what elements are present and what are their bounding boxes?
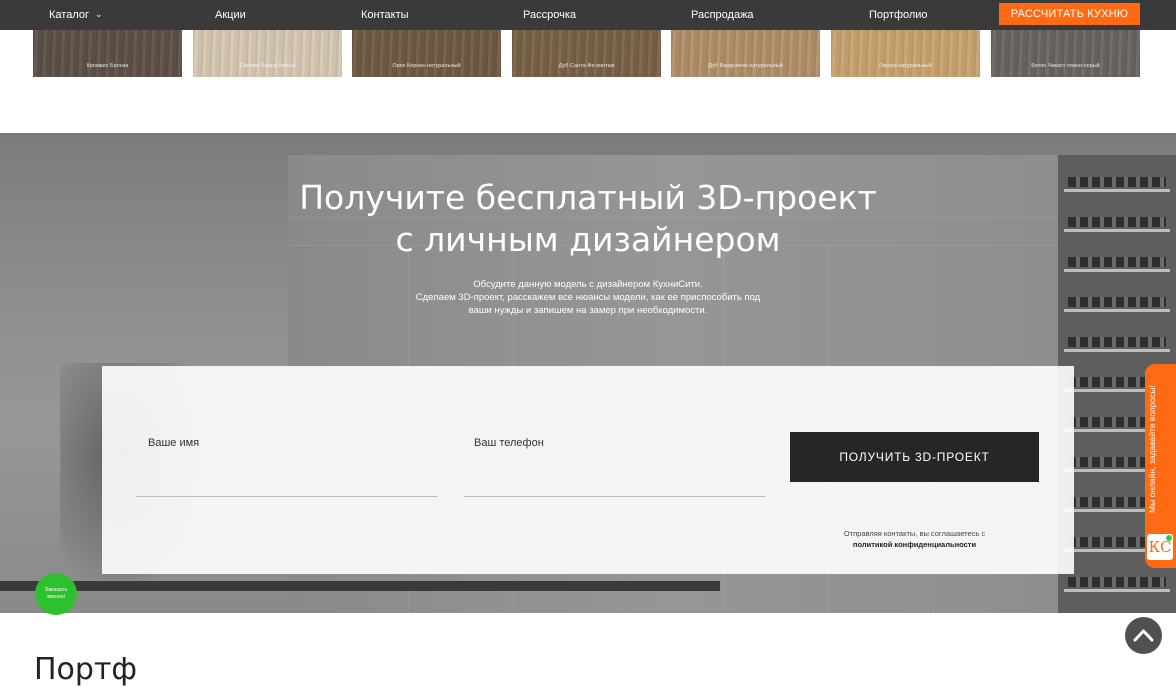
nav-item-contacts[interactable]: Контакты <box>361 0 409 30</box>
swatch-label: Гикори натуральный <box>879 63 932 69</box>
nav-item-installments[interactable]: Рассрочка <box>523 0 576 30</box>
chevron-up-icon <box>1133 629 1154 642</box>
calculate-kitchen-button[interactable]: РАССЧИТАТЬ КУХНЮ <box>999 3 1140 25</box>
name-field-label: Ваше имя <box>148 437 200 449</box>
portfolio-section-heading: Портф <box>34 652 138 687</box>
callback-label-line: звонок! <box>46 594 66 600</box>
promo-title: Получите бесплатный 3D-проект с личным д… <box>288 177 888 261</box>
swatch-label: Бетон Чикаго темно-серый <box>1031 63 1100 69</box>
chat-tab-label: Мы онлайн, задавайте вопросы! <box>1147 385 1157 513</box>
swatch-label: Дуб Санта-Фе винтаж <box>558 63 615 69</box>
consent-text: Отправляя контакты, вы соглашаетесь с <box>843 529 986 538</box>
online-status-icon <box>1166 535 1172 541</box>
nav-item-portfolio[interactable]: Портфолио <box>869 0 928 30</box>
swatch-label: Кромвис Бронза <box>86 63 129 69</box>
material-swatch[interactable]: Гикори натуральный <box>831 30 980 77</box>
nav-item-catalog[interactable]: Каталог ⌄ <box>49 0 103 30</box>
material-swatch[interactable]: Кромвис Бронза <box>33 30 182 77</box>
privacy-policy-link[interactable]: политикой конфиденциальности <box>790 539 1039 550</box>
lead-form: Ваше имя Ваш телефон ПОЛУЧИТЬ 3D-ПРОЕКТ … <box>102 366 1074 574</box>
promo-subtitle: Обсудите данную модель с дизайнером Кухн… <box>370 278 806 317</box>
promo-title-line: с личным дизайнером <box>395 220 781 259</box>
chevron-down-icon: ⌄ <box>95 9 103 19</box>
nav-item-sale[interactable]: Распродажа <box>691 0 754 30</box>
swatch-label: Сонома Блэнд Белый <box>239 63 296 69</box>
scroll-to-top-button[interactable] <box>1125 617 1162 654</box>
promo-title-line: Получите бесплатный 3D-проект <box>299 178 877 217</box>
material-swatch[interactable]: Дуб Санта-Фе винтаж <box>512 30 661 77</box>
callback-label-line: Заказать <box>44 587 68 593</box>
get-3d-project-button[interactable]: ПОЛУЧИТЬ 3D-ПРОЕКТ <box>790 432 1039 482</box>
name-input[interactable] <box>136 456 438 497</box>
free-3d-project-section: Получите бесплатный 3D-проект с личным д… <box>0 133 1176 613</box>
material-swatch[interactable]: Бетон Чикаго темно-серый <box>991 30 1140 77</box>
top-navbar: Каталог ⌄ Акции Контакты Рассрочка Распро… <box>0 0 1176 30</box>
swatch-label: Дуб Бардолино натуральный <box>708 63 783 69</box>
material-swatch[interactable]: Дуб Бардолино натуральный <box>671 30 820 77</box>
nav-item-promotions[interactable]: Акции <box>215 0 246 30</box>
material-swatch[interactable]: Орех Кернин натуральный <box>352 30 501 77</box>
promo-subtitle-line: Сделаем 3D-проект, расскажем все нюансы … <box>415 292 761 303</box>
promo-subtitle-line: ваши нужды и запишем на замер при необхо… <box>468 305 708 316</box>
online-chat-tab[interactable]: Мы онлайн, задавайте вопросы! КС <box>1145 364 1176 568</box>
phone-input[interactable] <box>464 456 766 497</box>
nav-item-catalog-label: Каталог <box>49 9 89 21</box>
callback-request-button[interactable]: Заказать звонок! <box>35 573 77 615</box>
material-swatch[interactable]: Сонома Блэнд Белый <box>193 30 342 77</box>
swatch-label: Орех Кернин натуральный <box>392 63 461 69</box>
phone-field-label: Ваш телефон <box>474 437 544 449</box>
consent-notice: Отправляя контакты, вы соглашаетесь с по… <box>790 528 1039 550</box>
countertop-image <box>0 581 720 591</box>
promo-subtitle-line: Обсудите данную модель с дизайнером Кухн… <box>473 279 703 290</box>
